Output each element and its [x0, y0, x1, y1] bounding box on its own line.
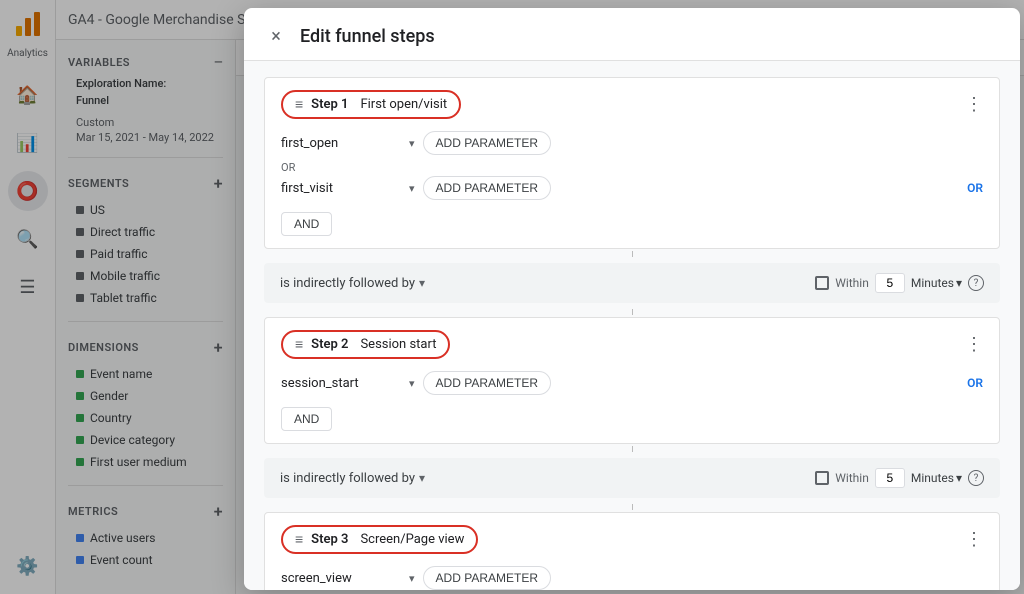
connector1-unit-label: Minutes [911, 276, 954, 290]
connector2-row: is indirectly followed by ▾ Within Minut… [264, 458, 1000, 498]
step1-param2-add-btn[interactable]: ADD PARAMETER [423, 176, 551, 200]
edit-funnel-modal: × Edit funnel steps ≡ Step 1 First open/… [244, 8, 1020, 590]
step2-name: Session start [360, 337, 436, 352]
app-container: Analytics 🏠 📊 ⭕ 🔍 ☰ ⚙️ GA4 - Google Merc… [0, 0, 1024, 594]
connector1-within-checkbox[interactable] [815, 276, 829, 290]
connector2-within: Within Minutes ▾ ? [815, 468, 984, 488]
step3-card: ≡ Step 3 Screen/Page view ⋮ screen_view … [264, 512, 1000, 590]
step3-param1-add-btn[interactable]: ADD PARAMETER [423, 566, 551, 590]
step2-icon: ≡ [295, 336, 303, 353]
connector1-line-bottom [264, 309, 1000, 315]
connector1-within-label: Within [835, 276, 869, 290]
connector1-label: is indirectly followed by [280, 276, 415, 291]
step3-header: ≡ Step 3 Screen/Page view ⋮ [281, 525, 983, 554]
step2-more-icon[interactable]: ⋮ [965, 334, 983, 355]
connector1-within: Within Minutes ▾ ? [815, 273, 984, 293]
connector1-within-input[interactable] [875, 273, 905, 293]
step2-title-box: ≡ Step 2 Session start [281, 330, 450, 359]
step1-and-button[interactable]: AND [281, 212, 332, 236]
step1-icon: ≡ [295, 96, 303, 113]
step1-param2-row: first_visit ▾ ADD PARAMETER OR [281, 176, 983, 200]
connector1-chevron-icon: ▾ [419, 276, 425, 290]
step3-more-icon[interactable]: ⋮ [965, 529, 983, 550]
step2-param1-row: session_start ▾ ADD PARAMETER OR [281, 371, 983, 395]
modal-close-button[interactable]: × [264, 24, 288, 48]
connector1-row: is indirectly followed by ▾ Within Minut… [264, 263, 1000, 303]
step3-param1-row: screen_view ▾ ADD PARAMETER [281, 566, 983, 590]
step2-param1-dropdown[interactable]: ▾ [409, 377, 415, 390]
connector2-unit-label: Minutes [911, 471, 954, 485]
step3-param1-dropdown[interactable]: ▾ [409, 572, 415, 585]
step2-param1-add-btn[interactable]: ADD PARAMETER [423, 371, 551, 395]
step1-param1-row: first_open ▾ ADD PARAMETER [281, 131, 983, 155]
connector2-line-bottom [264, 504, 1000, 510]
step1-number: Step 1 [311, 97, 348, 112]
connector1-line-top [264, 251, 1000, 257]
step1-param2-dropdown[interactable]: ▾ [409, 182, 415, 195]
step1-card: ≡ Step 1 First open/visit ⋮ first_open ▾… [264, 77, 1000, 249]
step1-header: ≡ Step 1 First open/visit ⋮ [281, 90, 983, 119]
connector2-help-icon[interactable]: ? [968, 470, 984, 486]
step2-header: ≡ Step 2 Session start ⋮ [281, 330, 983, 359]
step1-param1-add-btn[interactable]: ADD PARAMETER [423, 131, 551, 155]
connector1-unit-chevron-icon: ▾ [956, 276, 962, 290]
modal-body: ≡ Step 1 First open/visit ⋮ first_open ▾… [244, 61, 1020, 590]
step1-or-text: OR [281, 159, 983, 176]
connector2-within-checkbox[interactable] [815, 471, 829, 485]
step1-param2-name: first_visit [281, 181, 401, 196]
step1-or-badge[interactable]: OR [967, 181, 983, 195]
step2-and-button[interactable]: AND [281, 407, 332, 431]
connector2-within-label: Within [835, 471, 869, 485]
connector1-unit-select[interactable]: Minutes ▾ [911, 276, 962, 290]
step1-name: First open/visit [360, 97, 447, 112]
connector2-label: is indirectly followed by [280, 471, 415, 486]
step2-card: ≡ Step 2 Session start ⋮ session_start ▾… [264, 317, 1000, 444]
step3-title-box: ≡ Step 3 Screen/Page view [281, 525, 478, 554]
connector2-line-top [264, 446, 1000, 452]
step2-number: Step 2 [311, 337, 348, 352]
connector2-unit-select[interactable]: Minutes ▾ [911, 471, 962, 485]
connector2-unit-chevron-icon: ▾ [956, 471, 962, 485]
step2-param1-name: session_start [281, 376, 401, 391]
connector2-chevron-icon: ▾ [419, 471, 425, 485]
step3-name: Screen/Page view [360, 532, 464, 547]
modal-header: × Edit funnel steps [244, 8, 1020, 61]
connector1-help-icon[interactable]: ? [968, 275, 984, 291]
step1-param1-name: first_open [281, 136, 401, 151]
step2-or-badge[interactable]: OR [967, 376, 983, 390]
step3-number: Step 3 [311, 532, 348, 547]
step1-param1-dropdown[interactable]: ▾ [409, 137, 415, 150]
step3-icon: ≡ [295, 531, 303, 548]
modal-title: Edit funnel steps [300, 26, 435, 47]
connector2-within-input[interactable] [875, 468, 905, 488]
connector1-dropdown[interactable]: is indirectly followed by ▾ [280, 276, 480, 291]
step1-title-box: ≡ Step 1 First open/visit [281, 90, 461, 119]
step3-param1-name: screen_view [281, 571, 401, 586]
step1-more-icon[interactable]: ⋮ [965, 94, 983, 115]
connector2-dropdown[interactable]: is indirectly followed by ▾ [280, 471, 480, 486]
